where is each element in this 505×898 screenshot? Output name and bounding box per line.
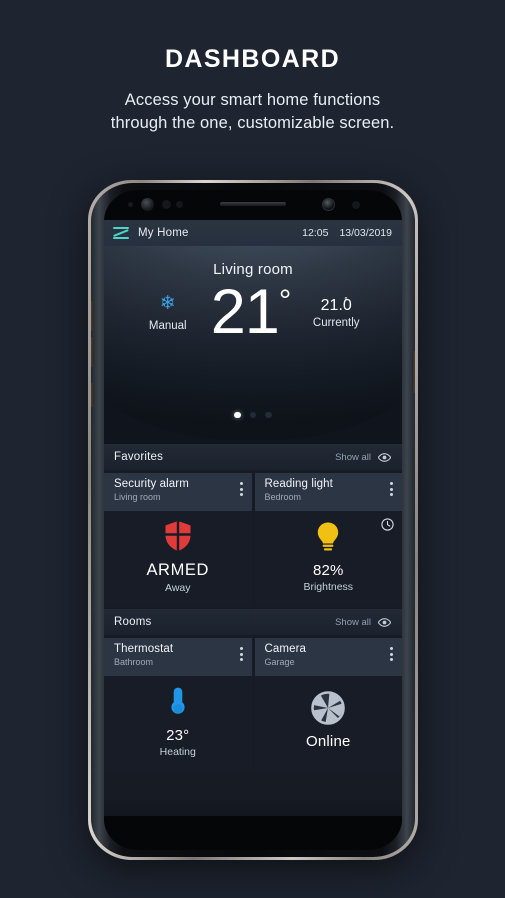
camera-aperture-icon <box>311 691 346 725</box>
card-room: Bedroom <box>264 492 302 503</box>
clock-icon[interactable] <box>381 518 394 531</box>
front-camera-icon <box>322 198 335 211</box>
app-status-bar: My Home 12:05 13/03/2019 <box>104 220 402 246</box>
card-room: Bathroom <box>114 657 154 668</box>
app-title: My Home <box>138 227 189 239</box>
card-room: Garage <box>264 657 295 668</box>
card-header: Camera Garage <box>254 638 402 676</box>
kebab-menu-icon[interactable] <box>390 482 393 496</box>
card-reading-light[interactable]: Reading light Bedroom 82% Brightness <box>254 473 402 606</box>
kebab-menu-icon[interactable] <box>239 482 243 496</box>
card-body[interactable]: 82% Brightness <box>254 511 402 606</box>
page-dot-1[interactable] <box>234 411 241 418</box>
card-status: Heating <box>159 746 196 758</box>
card-title: Thermostat <box>114 643 174 655</box>
card-value: ARMED <box>146 561 210 579</box>
card-body[interactable]: 23° Heating <box>104 676 252 771</box>
hero-mode-label: Manual <box>148 319 187 332</box>
show-all-rooms-link[interactable]: Show all <box>335 617 371 628</box>
rooms-card-grid: Thermostat Bathroom 23° Heating Camera G… <box>104 635 402 771</box>
card-security-alarm[interactable]: Security alarm Living room ARMED Away <box>104 473 252 606</box>
page-dot-3[interactable] <box>265 411 272 418</box>
hero-current-temperature: 21.0° <box>320 294 352 314</box>
lightbulb-icon <box>315 520 341 554</box>
screen-bottom-fade <box>104 798 402 816</box>
phone-body: My Home 12:05 13/03/2019 Living room ❄ M… <box>91 183 415 857</box>
promo-page: DASHBOARD Access your smart home functio… <box>0 0 505 898</box>
card-title: Security alarm <box>114 478 189 490</box>
card-header: Security alarm Living room <box>104 473 252 511</box>
hero-current: 21.0° Currently <box>295 294 377 329</box>
card-value: Online <box>305 733 351 750</box>
card-body[interactable]: Online <box>254 676 402 771</box>
kebab-menu-icon[interactable] <box>239 647 243 661</box>
section-header-favorites: Favorites Show all <box>104 444 402 470</box>
phone-mockup: My Home 12:05 13/03/2019 Living room ❄ M… <box>88 180 418 860</box>
phone-screen: My Home 12:05 13/03/2019 Living room ❄ M… <box>104 220 402 816</box>
promo-subtitle-line-1: Access your smart home functions <box>124 90 381 109</box>
hero-target-temperature-value: 21 <box>210 277 280 347</box>
led-indicator-icon <box>352 201 360 209</box>
section-header-rooms: Rooms Show all <box>104 609 402 635</box>
hero-room-name: Living room <box>213 261 293 278</box>
dashboard-content: Favorites Show all Security alarm Living… <box>104 444 402 773</box>
hero-mode[interactable]: ❄ Manual <box>129 294 207 332</box>
assistant-button[interactable] <box>91 383 94 407</box>
earpiece-speaker-icon <box>220 202 286 206</box>
hero-target-temperature: 21° <box>207 281 295 344</box>
power-button[interactable] <box>412 351 415 393</box>
card-body[interactable]: ARMED Away <box>104 511 252 606</box>
proximity-sensor-icon <box>128 202 133 207</box>
card-header: Thermostat Bathroom <box>104 638 252 676</box>
card-value: 23° <box>166 727 190 744</box>
hero-current-label: Currently <box>312 316 360 329</box>
sensor-dot-icon <box>176 201 183 208</box>
favorites-card-grid: Security alarm Living room ARMED Away Re… <box>104 470 402 606</box>
status-bar-right: 12:05 13/03/2019 <box>302 227 392 239</box>
phone-bezel: My Home 12:05 13/03/2019 Living room ❄ M… <box>104 190 402 850</box>
card-thermostat[interactable]: Thermostat Bathroom 23° Heating <box>104 638 252 771</box>
card-room: Living room <box>114 492 161 503</box>
phone-chin <box>104 816 402 850</box>
card-status: Brightness <box>303 581 354 593</box>
card-value: 82% <box>312 562 344 579</box>
card-title: Reading light <box>264 478 333 490</box>
eye-icon[interactable] <box>378 452 391 462</box>
page-dot-2[interactable] <box>249 411 257 418</box>
iris-scanner-icon <box>141 198 154 211</box>
card-title: Camera <box>264 643 307 655</box>
hero-temperature-row: ❄ Manual 21° 21.0° Currently <box>104 281 402 344</box>
thermometer-icon <box>168 685 188 719</box>
promo-header: DASHBOARD Access your smart home functio… <box>0 45 505 136</box>
eye-icon[interactable] <box>378 617 391 627</box>
show-all-favorites-link[interactable]: Show all <box>335 452 371 463</box>
clock-date: 13/03/2019 <box>339 227 392 239</box>
section-title-favorites: Favorites <box>114 451 164 463</box>
snowflake-icon: ❄ <box>159 292 176 314</box>
promo-subtitle: Access your smart home functions through… <box>0 89 505 136</box>
volume-up-button[interactable] <box>91 301 94 331</box>
card-camera[interactable]: Camera Garage Online <box>254 638 402 771</box>
shield-icon <box>164 519 192 553</box>
promo-subtitle-line-2: through the one, customizable screen. <box>110 113 395 132</box>
volume-down-button[interactable] <box>91 337 94 367</box>
top-sensor-strip <box>104 190 402 220</box>
light-sensor-icon <box>162 200 171 209</box>
hero-thermostat-panel[interactable]: Living room ❄ Manual 21° 21.0° Currently <box>104 246 402 444</box>
section-title-rooms: Rooms <box>114 616 152 628</box>
card-header: Reading light Bedroom <box>254 473 402 511</box>
page-indicator-dots[interactable] <box>104 411 402 418</box>
clock-time: 12:05 <box>302 227 329 239</box>
zipato-logo-icon[interactable] <box>113 226 129 240</box>
page-title: DASHBOARD <box>164 45 341 73</box>
card-status: Away <box>165 582 191 594</box>
kebab-menu-icon[interactable] <box>390 647 393 661</box>
degree-symbol: ° <box>278 283 292 318</box>
